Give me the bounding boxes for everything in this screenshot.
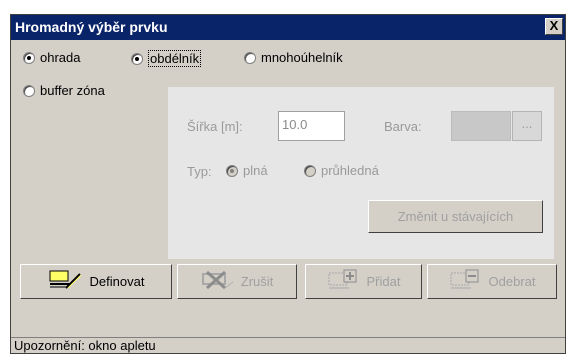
remove-icon: [449, 268, 483, 295]
define-label: Definovat: [89, 274, 145, 289]
close-button[interactable]: X: [545, 18, 563, 35]
remove-button[interactable]: Odebrat: [427, 264, 557, 299]
define-button[interactable]: Definovat: [20, 264, 172, 299]
width-label: Šířka [m]:: [187, 119, 243, 134]
color-picker-button[interactable]: ...: [512, 111, 542, 141]
radio-obdelnik[interactable]: obdélník: [131, 50, 202, 67]
status-bar: Upozornění: okno apletu: [11, 337, 565, 353]
add-button[interactable]: Přidat: [305, 264, 422, 299]
define-icon: [48, 268, 84, 295]
change-existing-label: Změnit u stávajících: [397, 209, 514, 224]
dialog-window: Hromadný výběr prvku X ohrada obdélník m…: [10, 14, 566, 354]
radio-obdelnik-label: obdélník: [148, 50, 202, 67]
add-label: Přidat: [366, 274, 401, 289]
radio-mnohouhelnik-indicator: [244, 51, 256, 64]
radio-ohrada[interactable]: ohrada: [23, 50, 80, 65]
radio-pruhledna-label: průhledná: [321, 163, 379, 178]
width-input[interactable]: 10.0: [278, 111, 345, 141]
buffer-settings-panel: Šířka [m]: 10.0 Barva: ... Typ: plná prů…: [168, 87, 554, 259]
remove-label: Odebrat: [488, 274, 536, 289]
radio-buffer-zona[interactable]: buffer zóna: [23, 83, 105, 98]
radio-plna-label: plná: [243, 163, 268, 178]
radio-ohrada-label: ohrada: [40, 50, 81, 65]
radio-type-pruhledna[interactable]: průhledná: [304, 163, 379, 178]
radio-mnohouhelnik[interactable]: mnohoúhelník: [244, 50, 343, 65]
radio-buffer-indicator: [23, 84, 35, 97]
radio-ohrada-indicator: [23, 51, 35, 64]
add-icon: [327, 268, 361, 295]
cancel-label: Zrušit: [240, 274, 274, 289]
title-bar: Hromadný výběr prvku X: [11, 15, 565, 40]
cancel-icon: [201, 268, 235, 295]
cancel-button[interactable]: Zrušit: [177, 264, 297, 299]
color-swatch: [451, 111, 511, 141]
color-label: Barva:: [384, 119, 422, 134]
radio-mnohouhelnik-label: mnohoúhelník: [261, 50, 343, 65]
radio-obdelnik-indicator: [131, 52, 143, 65]
type-label: Typ:: [187, 164, 212, 179]
radio-type-plna[interactable]: plná: [226, 163, 268, 178]
radio-pruhledna-indicator: [304, 164, 316, 177]
radio-plna-indicator: [226, 164, 238, 177]
change-existing-button[interactable]: Změnit u stávajících: [368, 200, 543, 233]
radio-buffer-label: buffer zóna: [40, 83, 105, 98]
window-title: Hromadný výběr prvku: [15, 19, 168, 35]
